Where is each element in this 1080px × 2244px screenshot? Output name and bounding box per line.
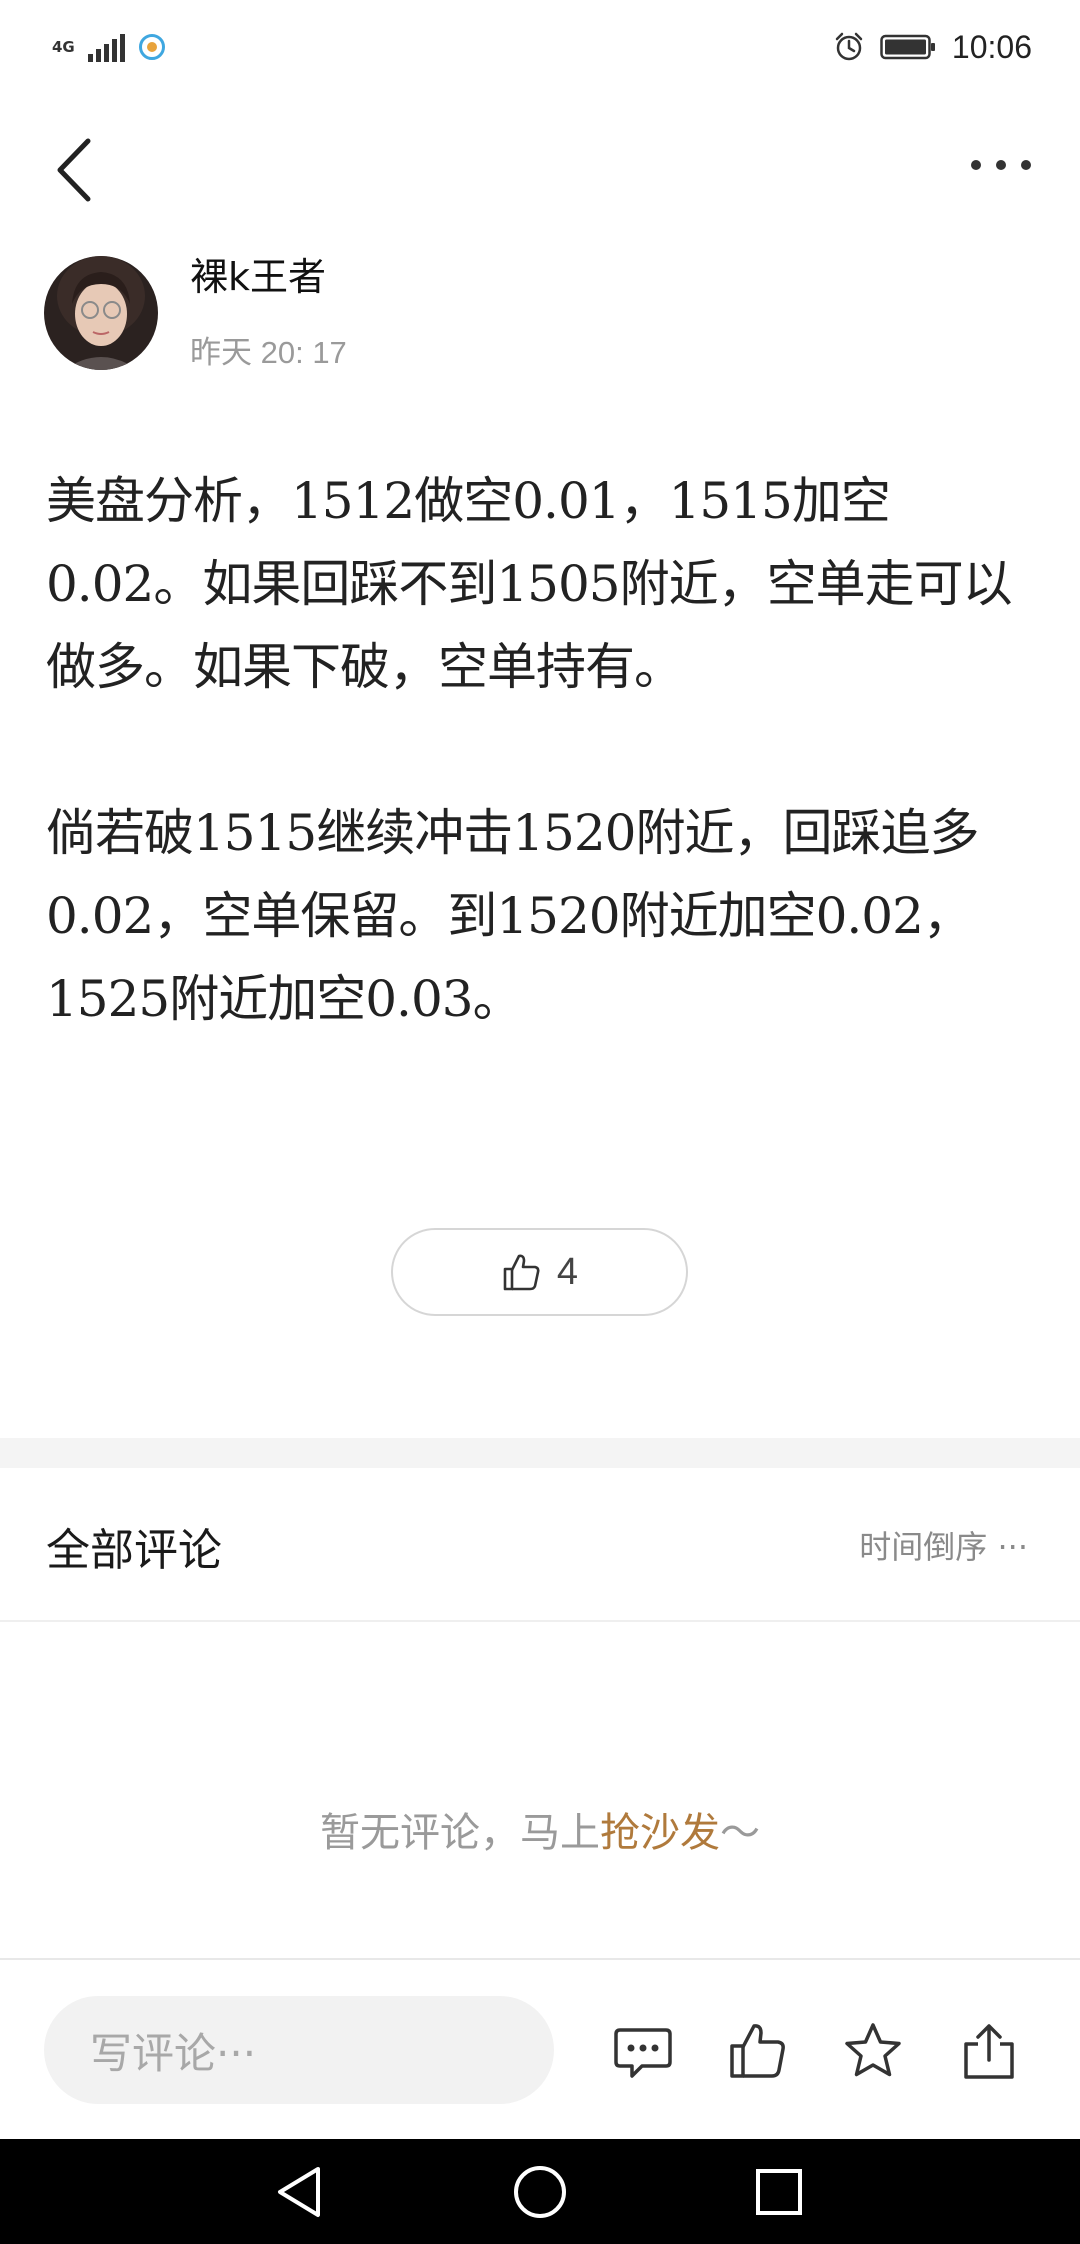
more-options-icon[interactable] — [966, 150, 1036, 180]
signal-icon — [88, 32, 125, 62]
thumbs-up-icon[interactable] — [728, 2020, 790, 2082]
comment-input[interactable]: 写评论··· — [44, 1996, 554, 2104]
status-right: 10:06 — [834, 24, 1032, 70]
post-body: 美盘分析，1512做空0.01，1515加空0.02。如果回踩不到1505附近，… — [46, 460, 1046, 1041]
post-paragraph: 美盘分析，1512做空0.01，1515加空0.02。如果回踩不到1505附近，… — [46, 472, 1013, 696]
star-icon[interactable] — [842, 2020, 904, 2082]
post-paragraph: 倘若破1515继续冲击1520附近，回踩追多0.02，空单保留。到1520附近加… — [46, 804, 980, 1028]
share-icon[interactable] — [958, 2020, 1020, 2082]
comments-title: 全部评论 — [46, 1525, 222, 1576]
back-triangle-icon[interactable] — [272, 2163, 330, 2221]
sort-order-button[interactable]: 时间倒序 ··· — [859, 1522, 1028, 1568]
author-name[interactable]: 裸k王者 — [190, 246, 326, 301]
alarm-icon — [835, 32, 863, 61]
recents-square-icon[interactable] — [750, 2163, 808, 2221]
empty-comments-suffix: ～ — [720, 1810, 760, 1856]
section-divider — [0, 1438, 1080, 1468]
back-button[interactable] — [50, 135, 100, 205]
divider — [0, 1620, 1080, 1622]
like-button[interactable]: 4 — [391, 1228, 688, 1316]
post-time: 昨天 20: 17 — [190, 335, 347, 370]
avatar[interactable] — [44, 256, 158, 370]
home-circle-icon[interactable] — [511, 2163, 569, 2221]
system-navigation-bar — [0, 2139, 1080, 2244]
empty-comments-message: 暂无评论，马上抢沙发～ — [0, 1800, 1080, 1858]
empty-comments-text: 暂无评论，马上 — [320, 1810, 600, 1856]
battery-icon — [880, 34, 935, 60]
like-count: 4 — [556, 1250, 579, 1293]
comment-icon[interactable] — [612, 2020, 674, 2082]
status-left: 4G — [52, 26, 165, 68]
grab-sofa-link[interactable]: 抢沙发 — [600, 1810, 720, 1856]
app-notification-icon — [139, 34, 165, 60]
network-type: 4G — [52, 38, 75, 56]
clock: 10:06 — [951, 28, 1032, 65]
thumbs-up-icon — [503, 1254, 540, 1291]
status-bar: 4G 10:06 — [0, 0, 1080, 95]
bottom-bar-divider — [0, 1958, 1080, 1960]
